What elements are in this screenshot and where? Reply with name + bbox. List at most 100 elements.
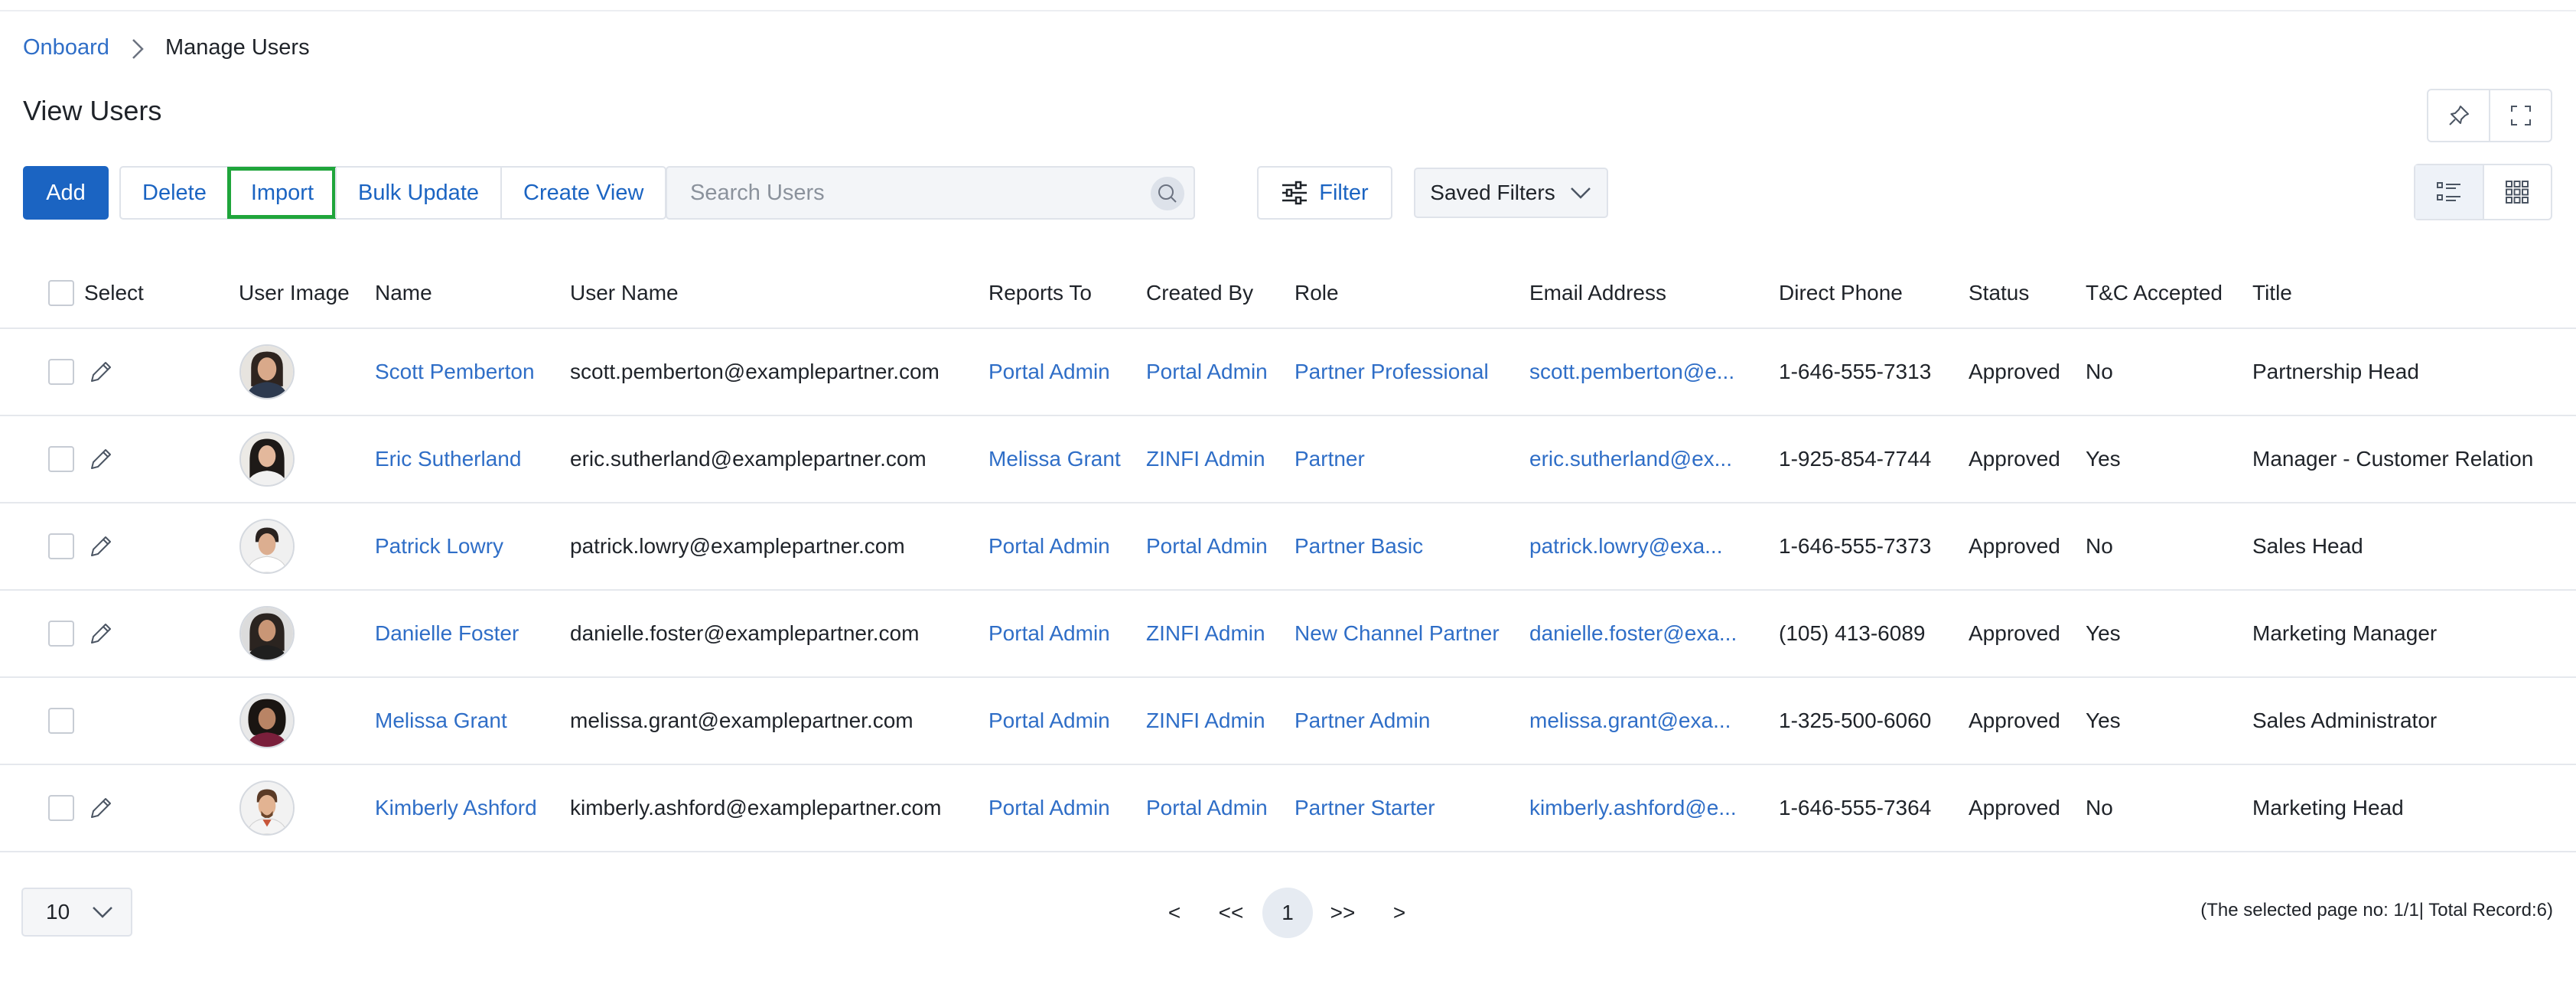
header-name[interactable]: Name <box>375 259 432 327</box>
filter-button[interactable]: Filter <box>1257 166 1392 220</box>
header-title[interactable]: Title <box>2252 259 2292 327</box>
edit-button[interactable] <box>87 503 115 589</box>
action-button-group: Delete Import Bulk Update Create View <box>119 166 667 220</box>
delete-button[interactable]: Delete <box>121 168 228 218</box>
bulk-update-button[interactable]: Bulk Update <box>335 168 500 218</box>
header-email[interactable]: Email Address <box>1529 259 1666 327</box>
fullscreen-button[interactable] <box>2489 90 2551 141</box>
import-button[interactable]: Import <box>226 167 337 219</box>
current-page-button[interactable]: 1 <box>1262 888 1313 938</box>
user-name-cell: eric.sutherland@examplepartner.com <box>570 447 927 471</box>
saved-filters-dropdown[interactable]: Saved Filters <box>1414 168 1608 218</box>
status-cell: Approved <box>1969 447 2060 471</box>
fullscreen-icon <box>2510 106 2531 125</box>
page-size-select[interactable]: 10 <box>21 888 132 937</box>
role-link[interactable]: New Channel Partner <box>1295 591 1500 676</box>
created-by-link[interactable]: ZINFI Admin <box>1146 678 1265 764</box>
user-name-link[interactable]: Scott Pemberton <box>375 329 535 415</box>
prev-page-button[interactable]: < <box>1163 888 1186 938</box>
row-checkbox[interactable] <box>48 708 74 734</box>
header-user-name[interactable]: User Name <box>570 259 679 327</box>
created-by-link[interactable]: Portal Admin <box>1146 765 1268 851</box>
status-cell: Approved <box>1969 621 2060 645</box>
pencil-icon <box>91 536 111 556</box>
first-page-button[interactable]: << <box>1212 888 1250 938</box>
chevron-down-icon <box>1570 187 1591 199</box>
status-cell: Approved <box>1969 709 2060 732</box>
header-reports-to[interactable]: Reports To <box>988 259 1092 327</box>
table-row: Melissa Grant melissa.grant@examplepartn… <box>0 678 2576 765</box>
select-all-checkbox[interactable] <box>48 280 74 306</box>
email-link[interactable]: danielle.foster@exa... <box>1529 591 1737 676</box>
role-link[interactable]: Partner Professional <box>1295 329 1489 415</box>
role-link[interactable]: Partner <box>1295 416 1365 502</box>
email-link[interactable]: eric.sutherland@ex... <box>1529 416 1732 502</box>
page-size-value: 10 <box>46 900 70 924</box>
reports-to-link[interactable]: Portal Admin <box>988 678 1110 764</box>
reports-to-link[interactable]: Portal Admin <box>988 765 1110 851</box>
avatar <box>239 344 295 399</box>
tc-cell: No <box>2086 534 2113 558</box>
tc-cell: No <box>2086 360 2113 383</box>
breadcrumb-onboard-link[interactable]: Onboard <box>23 35 109 60</box>
email-link[interactable]: patrick.lowry@exa... <box>1529 503 1723 589</box>
header-created-by[interactable]: Created By <box>1146 259 1253 327</box>
tc-cell: No <box>2086 796 2113 819</box>
edit-button[interactable] <box>87 591 115 676</box>
header-direct-phone[interactable]: Direct Phone <box>1779 259 1903 327</box>
role-link[interactable]: Partner Basic <box>1295 503 1423 589</box>
created-by-link[interactable]: Portal Admin <box>1146 503 1268 589</box>
row-checkbox[interactable] <box>48 359 74 385</box>
row-checkbox[interactable] <box>48 795 74 821</box>
add-button[interactable]: Add <box>23 166 109 220</box>
search-input[interactable] <box>667 179 1135 207</box>
search-button[interactable] <box>1151 177 1184 210</box>
pencil-icon <box>91 362 111 382</box>
created-by-link[interactable]: ZINFI Admin <box>1146 416 1265 502</box>
user-name-cell: melissa.grant@examplepartner.com <box>570 709 913 732</box>
edit-button[interactable] <box>87 416 115 502</box>
email-link[interactable]: kimberly.ashford@e... <box>1529 765 1737 851</box>
reports-to-link[interactable]: Portal Admin <box>988 591 1110 676</box>
reports-to-link[interactable]: Portal Admin <box>988 329 1110 415</box>
reports-to-link[interactable]: Portal Admin <box>988 503 1110 589</box>
avatar <box>239 780 295 836</box>
table-row: Danielle Foster danielle.foster@examplep… <box>0 591 2576 678</box>
search-box <box>666 166 1195 220</box>
create-view-button[interactable]: Create View <box>500 168 665 218</box>
row-checkbox[interactable] <box>48 446 74 472</box>
grid-view-button[interactable] <box>2482 165 2552 219</box>
row-checkbox[interactable] <box>48 533 74 559</box>
user-name-link[interactable]: Eric Sutherland <box>375 416 521 502</box>
last-page-button[interactable]: >> <box>1324 888 1362 938</box>
tc-cell: Yes <box>2086 621 2121 645</box>
row-checkbox[interactable] <box>48 621 74 647</box>
pin-button[interactable] <box>2428 90 2489 141</box>
user-name-link[interactable]: Melissa Grant <box>375 678 507 764</box>
header-status[interactable]: Status <box>1969 259 2029 327</box>
user-name-cell: scott.pemberton@examplepartner.com <box>570 360 940 383</box>
edit-button[interactable] <box>87 765 115 851</box>
created-by-link[interactable]: Portal Admin <box>1146 329 1268 415</box>
header-role[interactable]: Role <box>1295 259 1339 327</box>
next-page-button[interactable]: > <box>1388 888 1411 938</box>
title-cell: Marketing Head <box>2252 796 2404 819</box>
user-name-link[interactable]: Patrick Lowry <box>375 503 503 589</box>
select-all-checkbox-cell <box>48 259 74 327</box>
top-divider <box>0 10 2576 11</box>
chevron-down-icon <box>93 907 112 918</box>
list-view-button[interactable] <box>2415 165 2483 219</box>
user-name-link[interactable]: Kimberly Ashford <box>375 765 537 851</box>
email-link[interactable]: scott.pemberton@e... <box>1529 329 1734 415</box>
list-view-icon <box>2436 182 2460 201</box>
header-tc-accepted[interactable]: T&C Accepted <box>2086 259 2223 327</box>
edit-button[interactable] <box>87 329 115 415</box>
role-link[interactable]: Partner Admin <box>1295 678 1430 764</box>
saved-filters-label: Saved Filters <box>1430 181 1555 204</box>
reports-to-link[interactable]: Melissa Grant <box>988 416 1121 502</box>
email-link[interactable]: melissa.grant@exa... <box>1529 678 1731 764</box>
user-name-link[interactable]: Danielle Foster <box>375 591 519 676</box>
users-table: Select User Image Name User Name Reports… <box>0 259 2576 852</box>
role-link[interactable]: Partner Starter <box>1295 765 1435 851</box>
created-by-link[interactable]: ZINFI Admin <box>1146 591 1265 676</box>
